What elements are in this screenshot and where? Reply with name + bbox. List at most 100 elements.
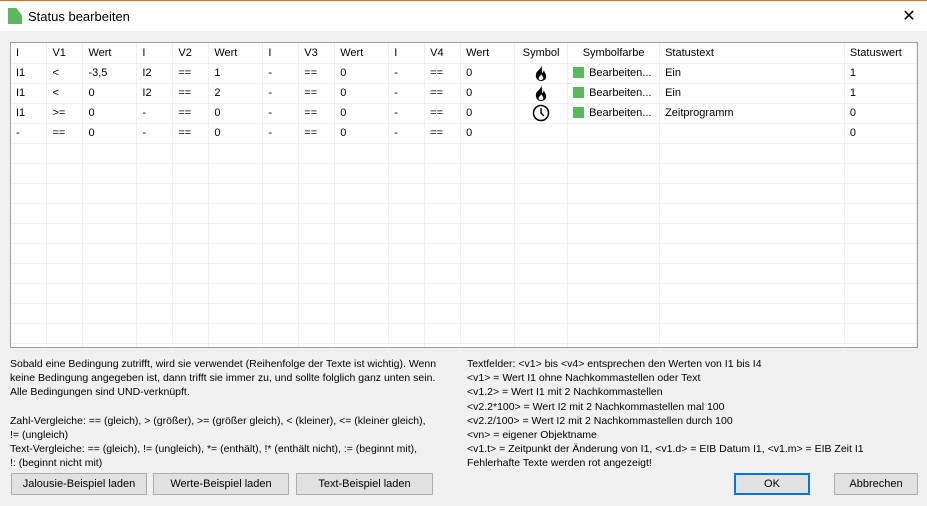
empty-cell[interactable] (334, 303, 390, 324)
table-cell[interactable]: >= (46, 103, 84, 124)
empty-cell[interactable] (844, 163, 917, 184)
empty-cell[interactable] (567, 263, 661, 284)
empty-cell[interactable] (514, 183, 569, 204)
empty-cell[interactable] (172, 263, 210, 284)
empty-cell[interactable] (567, 163, 661, 184)
empty-cell[interactable] (514, 143, 569, 164)
table-cell[interactable]: - (388, 83, 426, 104)
empty-cell[interactable] (659, 243, 845, 264)
table-cell[interactable]: == (172, 103, 210, 124)
empty-cell[interactable] (460, 343, 516, 347)
empty-cell[interactable] (334, 203, 390, 224)
table-cell[interactable]: 0 (208, 123, 264, 144)
empty-cell[interactable] (567, 343, 661, 347)
table-cell[interactable]: == (172, 63, 210, 84)
empty-cell[interactable] (514, 223, 569, 244)
empty-cell[interactable] (298, 203, 336, 224)
empty-cell[interactable] (298, 323, 336, 344)
empty-cell[interactable] (136, 283, 174, 304)
table-cell[interactable]: - (262, 83, 300, 104)
empty-cell[interactable] (388, 143, 426, 164)
empty-cell[interactable] (388, 283, 426, 304)
table-cell[interactable]: 0 (82, 103, 138, 124)
empty-cell[interactable] (262, 323, 300, 344)
empty-cell[interactable] (82, 283, 138, 304)
empty-cell[interactable] (659, 283, 845, 304)
empty-cell[interactable] (172, 283, 210, 304)
empty-cell[interactable] (659, 143, 845, 164)
edit-color-label[interactable]: Bearbeiten... (589, 107, 651, 119)
table-cell[interactable]: 0 (460, 83, 516, 104)
empty-cell[interactable] (172, 143, 210, 164)
cancel-button[interactable]: Abbrechen (834, 473, 918, 495)
table-cell[interactable]: < (46, 63, 84, 84)
status-text-cell[interactable]: Ein (659, 63, 845, 84)
empty-cell[interactable] (11, 323, 48, 344)
empty-cell[interactable] (388, 183, 426, 204)
empty-cell[interactable] (11, 283, 48, 304)
empty-cell[interactable] (11, 143, 48, 164)
empty-row[interactable] (11, 263, 917, 284)
empty-row[interactable] (11, 283, 917, 304)
table-cell[interactable]: == (424, 103, 462, 124)
empty-cell[interactable] (136, 243, 174, 264)
load-values-example-button[interactable]: Werte-Beispiel laden (153, 473, 289, 495)
empty-cell[interactable] (11, 343, 48, 347)
empty-cell[interactable] (136, 143, 174, 164)
table-cell[interactable]: 0 (208, 103, 264, 124)
empty-cell[interactable] (46, 223, 84, 244)
empty-cell[interactable] (388, 203, 426, 224)
table-cell[interactable]: == (298, 103, 336, 124)
status-value-cell[interactable]: 0 (844, 103, 917, 124)
empty-cell[interactable] (262, 243, 300, 264)
table-cell[interactable]: == (424, 63, 462, 84)
empty-cell[interactable] (208, 303, 264, 324)
empty-cell[interactable] (460, 223, 516, 244)
table-cell[interactable]: I2 (136, 83, 174, 104)
empty-cell[interactable] (334, 323, 390, 344)
empty-cell[interactable] (208, 203, 264, 224)
table-cell[interactable]: 0 (82, 83, 138, 104)
close-icon[interactable]: ✕ (899, 6, 919, 26)
empty-cell[interactable] (11, 203, 48, 224)
table-cell[interactable]: 0 (460, 123, 516, 144)
empty-cell[interactable] (567, 323, 661, 344)
empty-cell[interactable] (46, 163, 84, 184)
empty-cell[interactable] (136, 223, 174, 244)
table-row[interactable]: I1 >= 0- == 0- == 0- == 0 Bearbeiten... Zeitprogra… (11, 103, 917, 124)
table-cell[interactable]: - (136, 123, 174, 144)
table-cell[interactable]: I1 (11, 103, 48, 124)
empty-cell[interactable] (334, 343, 390, 347)
empty-cell[interactable] (208, 183, 264, 204)
empty-cell[interactable] (844, 203, 917, 224)
empty-cell[interactable] (424, 223, 462, 244)
empty-cell[interactable] (82, 323, 138, 344)
empty-cell[interactable] (514, 203, 569, 224)
table-cell[interactable]: == (172, 123, 210, 144)
empty-cell[interactable] (262, 163, 300, 184)
empty-row[interactable] (11, 143, 917, 164)
empty-cell[interactable] (514, 343, 569, 347)
empty-cell[interactable] (11, 303, 48, 324)
empty-cell[interactable] (424, 283, 462, 304)
empty-cell[interactable] (460, 203, 516, 224)
empty-cell[interactable] (514, 283, 569, 304)
empty-cell[interactable] (11, 163, 48, 184)
empty-cell[interactable] (567, 203, 661, 224)
empty-cell[interactable] (659, 263, 845, 284)
symbol-color-cell[interactable]: Bearbeiten... (567, 103, 661, 124)
table-cell[interactable]: - (262, 103, 300, 124)
table-cell[interactable]: == (298, 63, 336, 84)
table-cell[interactable]: 0 (334, 63, 390, 84)
empty-cell[interactable] (172, 163, 210, 184)
empty-cell[interactable] (388, 243, 426, 264)
table-cell[interactable]: 2 (208, 83, 264, 104)
table-cell[interactable]: I2 (136, 63, 174, 84)
empty-cell[interactable] (424, 203, 462, 224)
table-cell[interactable]: == (172, 83, 210, 104)
table-row[interactable]: I1 < -3,5 I2 == 1- == 0- == 0 Bearbeiten... Ein 1 (11, 63, 917, 84)
table-cell[interactable]: 0 (334, 103, 390, 124)
empty-cell[interactable] (82, 243, 138, 264)
empty-cell[interactable] (82, 263, 138, 284)
empty-cell[interactable] (388, 303, 426, 324)
